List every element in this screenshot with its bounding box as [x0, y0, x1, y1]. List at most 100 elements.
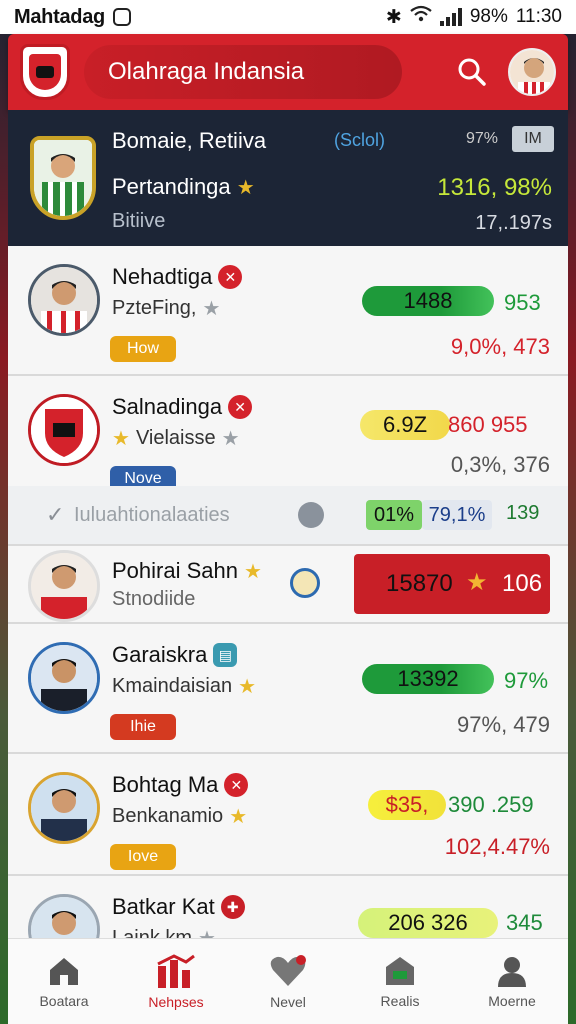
player-badge [30, 136, 96, 220]
player-name: Pohirai Sahn ★ [112, 558, 262, 584]
nav-item-shop[interactable]: Realis [344, 939, 456, 1024]
summary-panel[interactable]: Bomaie, Retiiva (Sclol) 97% IM Pertandin… [8, 110, 568, 246]
value-pill: $35, [368, 790, 446, 820]
shop-icon [386, 956, 414, 985]
value-pill: 15870 [386, 570, 453, 597]
avatar [28, 394, 100, 466]
wifi-icon [410, 5, 432, 29]
player-sub: Kmaindaisian ★ [112, 674, 256, 699]
extra-value: 139 [506, 502, 540, 524]
player-sub: Stnodiide [112, 588, 196, 610]
value-pill: 13392 [362, 664, 494, 694]
search-icon [458, 58, 486, 86]
status-time: 11:30 [515, 6, 562, 27]
player-sub-text: PzteFing, [112, 297, 197, 319]
player-name: Garaiskra ▤ [112, 642, 238, 668]
player-name-text: Garaiskra [112, 642, 208, 667]
app-header: Olahraga Indansia [8, 34, 568, 110]
home-icon [50, 957, 78, 985]
calendar-icon: ▤ [213, 643, 238, 667]
pie-icon [298, 502, 324, 528]
player-name: Bohtag Ma ✕ [112, 772, 249, 798]
coin-icon [290, 568, 320, 598]
check-icon: ✓ [46, 502, 65, 527]
avatar [28, 772, 100, 844]
star-icon: ★ [112, 428, 130, 450]
nav-item-stats[interactable]: Nehpses [120, 939, 232, 1024]
player-list: Nehadtiga ✕ PzteFing, ★ How 1488 953 9,0%,… [8, 246, 568, 986]
bottom-nav: Boatara Nehpses Nevel Realis Moerne [8, 938, 568, 1024]
star-icon: ★ [238, 676, 257, 698]
avatar [28, 642, 100, 714]
page-title: Olahraga Indansia [84, 45, 402, 99]
summary-detail: Bitiive [112, 210, 166, 232]
status-right: ✱ 98% 11:30 [386, 5, 562, 29]
extra-label: Iuluahtionalaaties [74, 504, 230, 526]
player-name-text: Salnadinga [112, 394, 223, 419]
player-sub-text: Benkanamio [112, 805, 224, 827]
player-name-text: Batkar Kat [112, 894, 215, 919]
value-right: 860 955 [448, 412, 528, 437]
value-right: 953 [504, 290, 541, 315]
player-sub: PzteFing, ★ [112, 296, 220, 321]
value-row2: 9,0%, 473 [450, 334, 550, 359]
list-item[interactable]: Pohirai Sahn ★ Stnodiide 15870 ★ 106 [8, 546, 568, 624]
star-icon: ★ [229, 806, 248, 828]
status-badge[interactable]: Iove [110, 844, 176, 870]
plus-icon: ✚ [220, 895, 245, 919]
nav-label: Nehpses [148, 993, 204, 1010]
badge-icon: ✕ [228, 395, 253, 419]
app-notification-icon [112, 8, 131, 26]
club-logo[interactable] [20, 44, 70, 100]
player-sub: Benkanamio ★ [112, 804, 247, 829]
avatar [28, 550, 100, 622]
summary-percent: 97% [466, 130, 499, 147]
badge-icon: ✕ [224, 773, 249, 797]
nav-item-profile[interactable]: Moerne [456, 939, 568, 1024]
avatar [28, 264, 100, 336]
battery-percent: 98% [469, 6, 508, 27]
nav-label: Moerne [488, 992, 536, 1009]
signal-icon [439, 8, 462, 26]
status-badge[interactable]: How [110, 336, 176, 362]
nav-label: Nevel [270, 993, 306, 1010]
nav-label: Realis [380, 992, 420, 1009]
badge-icon: ✕ [218, 265, 243, 289]
summary-subtitle-text: Pertandinga [112, 174, 231, 199]
list-item[interactable]: Nehadtiga ✕ PzteFing, ★ How 1488 953 9,0%,… [8, 246, 568, 376]
status-badge[interactable]: Ihie [110, 714, 176, 740]
status-bar: Mahtadag ✱ 98% 11:30 [0, 0, 576, 34]
player-name-text: Bohtag Ma [112, 772, 219, 797]
list-item[interactable]: Salnadinga ✕ ★ Vielaisse ★ Nove 6.9Z 860 95… [8, 376, 568, 546]
value-right: 97% [504, 668, 549, 693]
value-pill: 206 326 [358, 908, 498, 938]
star-icon: ★ [236, 177, 255, 199]
summary-subtitle: Pertandinga ★ [112, 174, 255, 200]
summary-box[interactable]: IM [512, 126, 554, 152]
status-app-name: Mahtadag [14, 5, 105, 28]
value-pill: 6.9Z [360, 410, 450, 440]
nav-item-home[interactable]: Boatara [8, 939, 120, 1024]
value-banner[interactable]: 15870 ★ 106 [354, 554, 550, 614]
user-icon [498, 956, 526, 987]
extra-row[interactable]: ✓ Iuluahtionalaaties 01% 79,1% 139 [8, 486, 568, 544]
player-name: Salnadinga ✕ [112, 394, 253, 420]
summary-scroll-label[interactable]: (Sclol) [334, 130, 385, 151]
nav-item-favorites[interactable]: Nevel [232, 939, 344, 1024]
value-row2: 97%, 479 [457, 712, 550, 737]
summary-value-main: 1316, 98% [437, 174, 552, 201]
star-icon: ★ [221, 428, 240, 450]
search-button[interactable] [450, 50, 494, 94]
bluetooth-icon: ✱ [385, 6, 402, 28]
heart-icon [270, 954, 306, 986]
player-sub: ★ Vielaisse ★ [112, 426, 240, 451]
nav-label: Boatara [39, 992, 89, 1009]
player-sub-text: Vielaisse [135, 427, 216, 449]
list-item[interactable]: Bohtag Ma ✕ Benkanamio ★ Iove $35, 390 .25… [8, 754, 568, 876]
value-right: 345 [506, 910, 543, 935]
value-right: 106 [502, 570, 543, 597]
extra-pill-1: 01% [366, 500, 422, 530]
list-item[interactable]: Garaiskra ▤ Kmaindaisian ★ Ihie 13392 97% … [8, 624, 568, 754]
player-name-text: Pohirai Sahn [112, 558, 238, 583]
profile-avatar[interactable] [508, 48, 556, 96]
